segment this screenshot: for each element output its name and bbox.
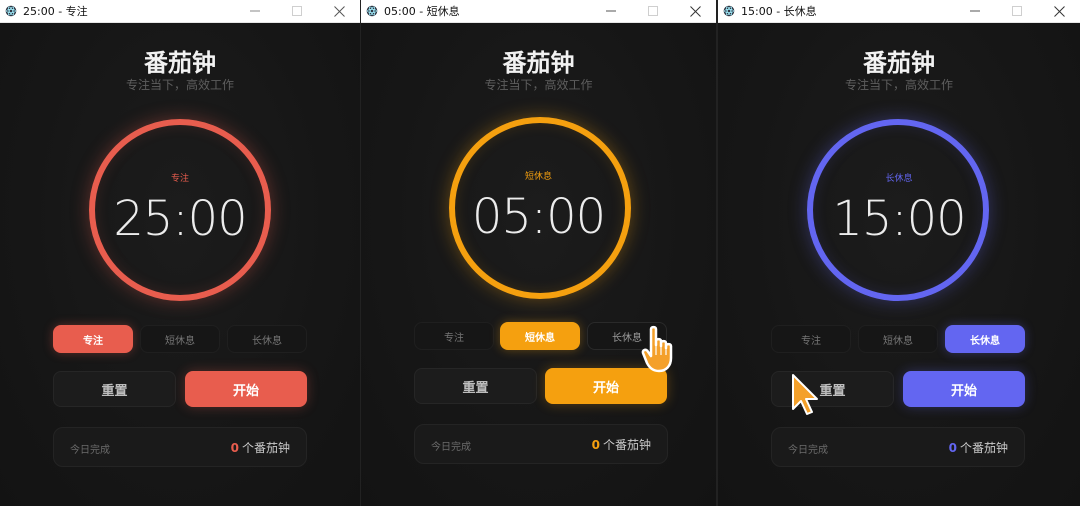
app-subtitle: 专注当下，高效工作	[844, 78, 953, 92]
electron-app-icon	[5, 5, 17, 17]
arrow-cursor-icon	[792, 374, 818, 415]
maximize-button[interactable]	[632, 0, 674, 22]
minimize-button[interactable]	[590, 0, 632, 22]
stats-unit: 个番茄钟	[241, 441, 290, 455]
pomodoro-window-short-break: 05:00 - 短休息 番茄钟 专注当下，高效工作 短休息 05:00 专注 短…	[361, 0, 716, 506]
timer-mode-label: 短休息	[524, 172, 552, 182]
tab-short-break[interactable]: 短休息	[858, 325, 938, 353]
minimize-icon	[606, 10, 616, 12]
today-stats: 今日完成 0 个番茄钟	[771, 427, 1025, 467]
hand-pointer-icon	[641, 325, 673, 373]
stats-label: 今日完成	[431, 442, 471, 453]
app-title: 番茄钟	[144, 49, 216, 77]
minimize-button[interactable]	[234, 0, 276, 22]
stats-label: 今日完成	[70, 445, 110, 456]
title-bar[interactable]: 15:00 - 长休息	[718, 0, 1080, 23]
stats-value: 0 个番茄钟	[592, 436, 651, 453]
tab-short-break[interactable]: 短休息	[500, 322, 580, 350]
maximize-icon	[1012, 6, 1022, 16]
window-title: 05:00 - 短休息	[384, 5, 460, 18]
app-title: 番茄钟	[502, 49, 575, 77]
today-stats: 今日完成 0 个番茄钟	[414, 424, 668, 464]
stats-value: 0 个番茄钟	[231, 439, 290, 456]
electron-app-icon	[723, 5, 735, 17]
stats-unit: 个番茄钟	[602, 438, 651, 452]
timer-mode-label: 专注	[170, 174, 189, 184]
close-icon	[1053, 5, 1065, 17]
pomodoro-window-focus: 25:00 - 专注 番茄钟 专注当下，高效工作 专注 25:00 专注 短休息…	[0, 0, 360, 506]
tab-focus[interactable]: 专注	[414, 322, 494, 350]
timer-display: 15:00	[832, 191, 966, 247]
timer-display: 25:00	[113, 191, 247, 247]
timer-mode-label: 长休息	[885, 174, 913, 184]
title-bar[interactable]: 05:00 - 短休息	[361, 0, 716, 23]
window-title: 25:00 - 专注	[23, 5, 88, 18]
minimize-icon	[970, 10, 980, 12]
close-button[interactable]	[674, 0, 716, 22]
stats-label: 今日完成	[788, 445, 828, 456]
timer-display: 05:00	[471, 189, 606, 245]
maximize-icon	[292, 6, 302, 16]
tab-short-break[interactable]: 短休息	[140, 325, 220, 353]
tab-long-break[interactable]: 长休息	[945, 325, 1025, 353]
tab-long-break[interactable]: 长休息	[227, 325, 307, 353]
minimize-button[interactable]	[954, 0, 996, 22]
start-button[interactable]: 开始	[185, 371, 307, 407]
tab-focus[interactable]: 专注	[771, 325, 851, 353]
stats-unit: 个番茄钟	[959, 441, 1008, 455]
maximize-button[interactable]	[996, 0, 1038, 22]
reset-button[interactable]: 重置	[53, 371, 176, 407]
close-button[interactable]	[318, 0, 360, 22]
stats-count: 0	[591, 438, 600, 452]
title-bar[interactable]: 25:00 - 专注	[0, 0, 360, 23]
app-title: 番茄钟	[863, 49, 935, 77]
minimize-icon	[250, 10, 260, 12]
window-title: 15:00 - 长休息	[741, 5, 817, 18]
pomodoro-window-long-break: 15:00 - 长休息 番茄钟 专注当下，高效工作 长休息 15:00 专注 短…	[718, 0, 1080, 506]
app-subtitle: 专注当下，高效工作	[125, 78, 234, 92]
app-subtitle: 专注当下，高效工作	[484, 78, 593, 92]
today-stats: 今日完成 0 个番茄钟	[53, 427, 307, 467]
close-icon	[689, 5, 701, 17]
start-button[interactable]: 开始	[903, 371, 1025, 407]
stats-value: 0 个番茄钟	[949, 439, 1008, 456]
close-icon	[333, 5, 345, 17]
reset-button[interactable]: 重置	[414, 368, 537, 404]
close-button[interactable]	[1038, 0, 1080, 22]
maximize-button[interactable]	[276, 0, 318, 22]
maximize-icon	[648, 6, 658, 16]
electron-app-icon	[366, 5, 378, 17]
stats-count: 0	[230, 441, 239, 455]
stats-count: 0	[948, 441, 957, 455]
tab-focus[interactable]: 专注	[53, 325, 133, 353]
